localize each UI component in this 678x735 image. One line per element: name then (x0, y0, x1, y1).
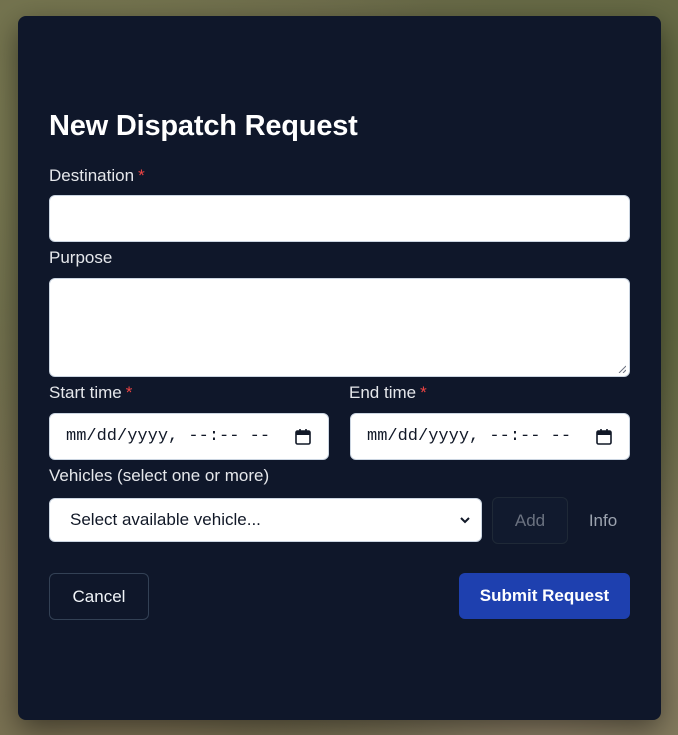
calendar-icon[interactable] (294, 428, 312, 446)
end-time-required-mark: * (420, 383, 427, 402)
cancel-button[interactable]: Cancel (49, 573, 149, 620)
dialog-title: New Dispatch Request (49, 110, 358, 142)
end-time-label: End time * (349, 383, 427, 403)
purpose-label: Purpose (49, 248, 112, 268)
dispatch-request-dialog: New Dispatch Request Destination * Purpos… (18, 16, 661, 720)
calendar-icon[interactable] (595, 428, 613, 446)
purpose-textarea[interactable] (49, 278, 630, 377)
purpose-label-text: Purpose (49, 248, 113, 267)
chevron-down-icon (460, 517, 470, 524)
end-time-placeholder: mm/dd/yyyy, --:-- -- (367, 427, 572, 446)
start-time-input[interactable]: mm/dd/yyyy, --:-- -- (49, 413, 329, 460)
vehicle-select[interactable]: Select available vehicle... (49, 498, 482, 542)
end-time-input[interactable]: mm/dd/yyyy, --:-- -- (350, 413, 630, 460)
start-time-label: Start time * (49, 383, 132, 403)
start-time-required-mark: * (125, 383, 133, 402)
vehicles-label-text: Vehicles (select one or more) (49, 466, 270, 485)
vehicles-label: Vehicles (select one or more) (49, 466, 269, 486)
start-time-placeholder: mm/dd/yyyy, --:-- -- (66, 427, 271, 446)
add-vehicle-button[interactable]: Add (492, 497, 568, 544)
end-time-label-text: End time (349, 383, 417, 402)
destination-label-text: Destination (49, 166, 135, 185)
destination-label: Destination * (49, 166, 145, 186)
destination-required-mark: * (138, 166, 145, 185)
destination-input[interactable] (49, 195, 630, 242)
vehicle-info-button[interactable]: Info (574, 497, 632, 544)
vehicle-select-value: Select available vehicle... (70, 510, 261, 529)
resize-handle-icon[interactable] (618, 365, 626, 373)
submit-request-button[interactable]: Submit Request (459, 573, 630, 619)
start-time-label-text: Start time (49, 383, 122, 402)
